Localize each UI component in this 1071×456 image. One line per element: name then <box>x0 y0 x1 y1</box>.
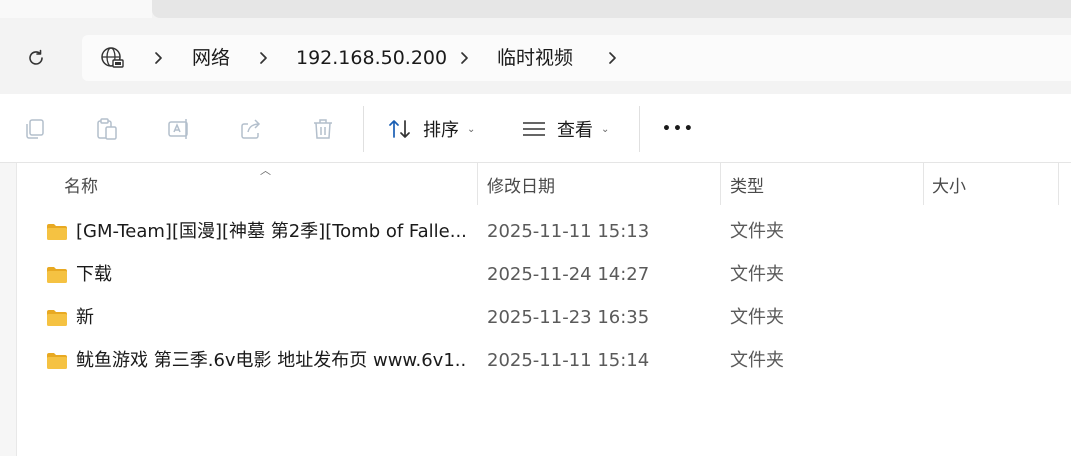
paste-icon[interactable] <box>94 116 120 142</box>
more-icon: ••• <box>662 121 695 137</box>
folder-icon <box>47 267 67 283</box>
navigation-bar: 网络 192.168.50.200 临时视频 <box>0 18 1071 94</box>
file-type: 文件夹 <box>730 264 784 285</box>
file-type: 文件夹 <box>730 307 784 328</box>
share-icon[interactable] <box>238 116 264 142</box>
column-header-type[interactable]: 类型 <box>730 163 764 205</box>
toolbar-divider <box>639 106 640 152</box>
file-row[interactable]: 新 2025-11-23 16:35 文件夹 <box>40 297 1060 339</box>
chevron-right-icon[interactable] <box>152 48 166 68</box>
chevron-right-icon[interactable] <box>606 48 620 68</box>
tab-strip <box>0 0 1071 18</box>
sort-ascending-icon: ︿ <box>260 164 271 177</box>
more-options-button[interactable]: ••• <box>662 112 695 146</box>
breadcrumb-folder[interactable]: 临时视频 <box>497 46 573 70</box>
tab-strip-background <box>152 0 1071 18</box>
file-row[interactable]: 下载 2025-11-24 14:27 文件夹 <box>40 254 1060 296</box>
file-row[interactable]: 鱿鱼游戏 第三季.6v电影 地址发布页 www.6v1... 2025-11-1… <box>40 340 1060 382</box>
column-header-size[interactable]: 大小 <box>932 163 966 205</box>
active-tab[interactable] <box>0 0 152 18</box>
chevron-right-icon[interactable] <box>257 48 271 68</box>
column-header-modified[interactable]: 修改日期 <box>487 163 555 205</box>
navigation-pane-edge <box>0 163 17 456</box>
file-modified: 2025-11-11 15:13 <box>487 221 650 242</box>
sort-button[interactable]: 排序 ⌄ <box>387 112 475 146</box>
column-header-name[interactable]: 名称 <box>64 163 98 205</box>
breadcrumb-network[interactable]: 网络 <box>192 46 230 70</box>
sort-label: 排序 <box>423 120 459 141</box>
sort-icon <box>389 120 410 138</box>
folder-icon <box>47 353 67 369</box>
folder-icon <box>47 224 67 240</box>
refresh-icon <box>29 49 43 65</box>
file-name: [GM-Team][国漫][神墓 第2季][Tomb of Falle... <box>76 221 466 242</box>
folder-icon <box>47 310 67 326</box>
column-divider[interactable] <box>1058 163 1059 205</box>
view-list-icon <box>523 122 545 136</box>
file-modified: 2025-11-23 16:35 <box>487 307 650 328</box>
rename-icon[interactable] <box>166 116 192 142</box>
delete-icon[interactable] <box>310 116 336 142</box>
file-name: 下载 <box>76 264 112 285</box>
view-label: 查看 <box>557 120 593 141</box>
chevron-down-icon: ⌄ <box>467 123 476 135</box>
view-button[interactable]: 查看 ⌄ <box>521 112 609 146</box>
column-divider[interactable] <box>477 163 478 205</box>
command-bar: 排序 ⌄ 查看 ⌄ ••• <box>0 94 1071 163</box>
chevron-down-icon: ⌄ <box>601 123 610 135</box>
file-type: 文件夹 <box>730 350 784 371</box>
file-row[interactable]: [GM-Team][国漫][神墓 第2季][Tomb of Falle... 2… <box>40 211 1060 253</box>
column-divider[interactable] <box>720 163 721 205</box>
toolbar-divider <box>363 106 364 152</box>
file-modified: 2025-11-24 14:27 <box>487 264 650 285</box>
address-bar[interactable]: 网络 192.168.50.200 临时视频 <box>82 35 1071 81</box>
refresh-button[interactable] <box>16 42 56 74</box>
file-modified: 2025-11-11 15:14 <box>487 350 650 371</box>
network-globe-icon <box>101 47 124 68</box>
file-name: 鱿鱼游戏 第三季.6v电影 地址发布页 www.6v1... <box>76 350 466 371</box>
copy-icon[interactable] <box>22 116 48 142</box>
chevron-right-icon[interactable] <box>458 48 472 68</box>
file-type: 文件夹 <box>730 221 784 242</box>
column-divider[interactable] <box>923 163 924 205</box>
file-name: 新 <box>76 307 94 328</box>
breadcrumb-host[interactable]: 192.168.50.200 <box>296 46 447 70</box>
